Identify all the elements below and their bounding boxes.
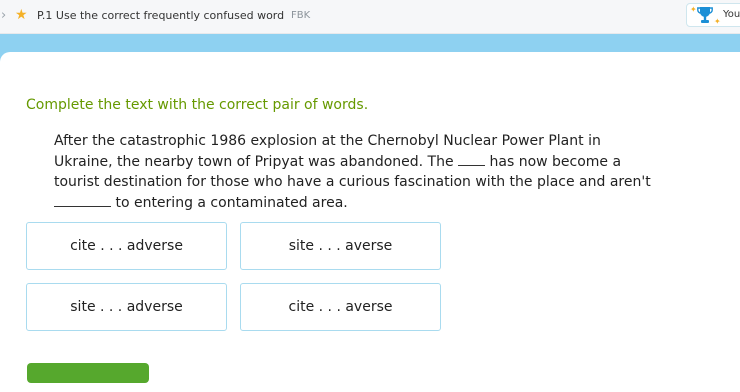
skill-title: P.1 Use the correct frequently confused … <box>37 9 285 22</box>
passage-text: has now become a <box>485 154 622 170</box>
awards-button[interactable]: ✦ ✦ You <box>686 3 740 27</box>
sparkle-icon: ✦ <box>690 5 697 14</box>
award-label: You <box>723 9 740 20</box>
passage-line: to entering a contaminated area. <box>54 192 704 213</box>
passage-line: tourist destination for those who have a… <box>54 174 651 190</box>
answer-blank <box>54 192 111 207</box>
passage-text: to entering a contaminated area. <box>111 195 348 211</box>
trophy-icon <box>697 7 713 23</box>
question-instruction: Complete the text with the correct pair … <box>26 97 369 113</box>
answer-choice[interactable]: site . . . averse <box>240 222 441 270</box>
question-passage: After the catastrophic 1986 explosion at… <box>54 131 704 213</box>
submit-button[interactable] <box>27 363 149 383</box>
passage-line: After the catastrophic 1986 explosion at… <box>54 133 601 149</box>
answer-choice[interactable]: cite . . . averse <box>240 283 441 331</box>
skill-code: FBK <box>291 10 311 21</box>
star-icon: ★ <box>15 7 28 23</box>
answer-blank <box>458 151 486 166</box>
passage-text: Ukraine, the nearby town of Pripyat was … <box>54 154 459 170</box>
answer-choice[interactable]: cite . . . adverse <box>26 222 227 270</box>
passage-line: Ukraine, the nearby town of Pripyat was … <box>54 151 704 172</box>
top-bar: › ★ P.1 Use the correct frequently confu… <box>0 0 740 34</box>
chevron-right-icon[interactable]: › <box>1 8 6 23</box>
sparkle-icon: ✦ <box>714 17 721 26</box>
answer-choice[interactable]: site . . . adverse <box>26 283 227 331</box>
